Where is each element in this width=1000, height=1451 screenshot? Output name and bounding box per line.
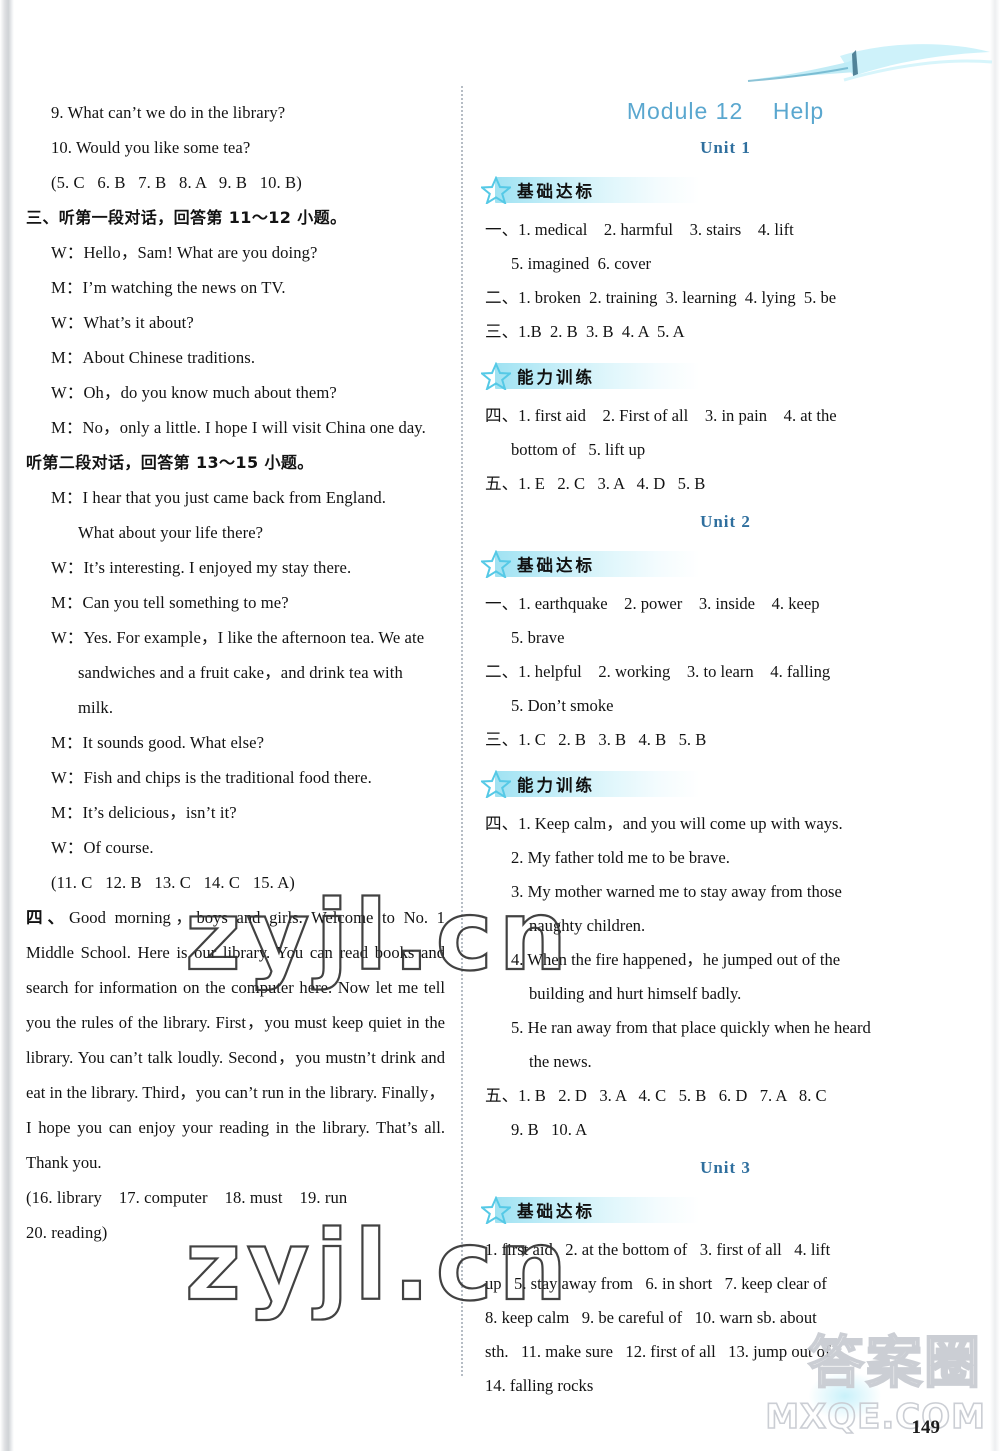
- answer-line: 四、1. first aid 2. First of all 3. in pai…: [485, 406, 837, 425]
- unit-title: Unit 1: [700, 138, 751, 157]
- script-line: M：It’s delicious，isn’t it?: [51, 803, 237, 822]
- section-badge-basic: 基础达标: [481, 549, 966, 579]
- script-line: (11. C 12. B 13. C 14. C 15. A): [51, 873, 295, 892]
- unit-block-unit-2: Unit 2 基础达标一、1. earthquake 2. power 3. in…: [481, 507, 966, 1147]
- section-badge-basic: 基础达标: [481, 1195, 966, 1225]
- answer-line: 3. My mother warned me to stay away from…: [511, 882, 842, 901]
- section-badge-basic: 基础达标: [481, 175, 966, 205]
- listening-paragraph: 四、Good morning，boys and girls. Welcome t…: [26, 900, 445, 1180]
- listening-answer-lines: (16. library 17. computer 18. must 19. r…: [26, 1180, 445, 1250]
- unit-block-unit-1: Unit 1 基础达标一、1. medical 2. harmful 3. sta…: [481, 133, 966, 501]
- section-badge-label: 基础达标: [517, 1202, 595, 1221]
- answer-line: 14. falling rocks: [485, 1376, 594, 1395]
- script-line: 10. Would you like some tea?: [51, 138, 251, 157]
- paragraph-body: Good morning，boys and girls. Welcome to …: [26, 908, 445, 1172]
- answer-line: 5. brave: [511, 628, 565, 647]
- script-line: M：No，only a little. I hope I will visit …: [51, 418, 426, 437]
- script-line: W：Of course.: [51, 838, 154, 857]
- answer-line: naughty children.: [529, 916, 646, 935]
- script-line: M：About Chinese traditions.: [51, 348, 256, 367]
- answer-line: the news.: [529, 1052, 592, 1071]
- unit-answer-sections: Unit 1 基础达标 一、1. medical 2. harmful 3. sta…: [481, 133, 966, 1403]
- script-line: sandwiches and a fruit cake，and drink te…: [78, 663, 403, 682]
- right-answer-column: Module 12 Help Unit 1 基础达标 一、1. medical 2.…: [461, 0, 1000, 1403]
- answer-line: 1. first aid 2. at the bottom of 3. firs…: [485, 1240, 831, 1259]
- answer-line: 5. Don’t smoke: [511, 696, 614, 715]
- answer-line: 二、1. helpful 2. working 3. to learn 4. f…: [485, 662, 831, 681]
- script-line: W：Hello，Sam! What are you doing?: [51, 243, 318, 262]
- star-icon: [481, 1196, 511, 1224]
- answer-line: 一、1. earthquake 2. power 3. inside 4. ke…: [485, 594, 820, 613]
- unit-block-unit-3: Unit 3 基础达标 1. first aid 2. at the bottom …: [481, 1153, 966, 1403]
- answer-line: 5. He ran away from that place quickly w…: [511, 1018, 871, 1037]
- script-line: M：Can you tell something to me?: [51, 593, 289, 612]
- section-badge-label: 能力训练: [517, 776, 595, 795]
- answer-line: 20. reading): [26, 1223, 108, 1242]
- script-line: M：It sounds good. What else?: [51, 733, 265, 752]
- page-number: 149: [911, 1417, 941, 1438]
- script-line: M：I’m watching the news on TV.: [51, 278, 286, 297]
- answer-line: 2. My father told me to be brave.: [511, 848, 730, 867]
- answer-line: 9. B 10. A: [511, 1120, 588, 1139]
- section-badge-label: 基础达标: [517, 556, 595, 575]
- star-icon: [481, 362, 511, 390]
- section-badge-label: 能力训练: [517, 368, 595, 387]
- script-line: M：I hear that you just came back from En…: [51, 488, 386, 507]
- script-line: W：What’s it about?: [51, 313, 194, 332]
- answer-line: 五、1. E 2. C 3. A 4. D 5. B: [485, 474, 706, 493]
- section-badge-ability: 能力训练: [481, 361, 966, 391]
- answer-line: 8. keep calm 9. be careful of 10. warn s…: [485, 1308, 817, 1327]
- section-badge-label: 基础达标: [517, 182, 595, 201]
- answer-line: 4. When the fire happened，he jumped out …: [511, 950, 841, 969]
- answer-line: bottom of 5. lift up: [511, 440, 646, 459]
- left-text-column: 9. What can’t we do in the library? 10. W…: [0, 0, 461, 1250]
- script-line: W：Fish and chips is the traditional food…: [51, 768, 372, 787]
- answer-line: (16. library 17. computer 18. must 19. r…: [26, 1188, 348, 1207]
- answer-line: 一、1. medical 2. harmful 3. stairs 4. lif…: [485, 220, 794, 239]
- star-icon: [481, 770, 511, 798]
- script-line: W：Oh，do you know much about them?: [51, 383, 337, 402]
- unit-title: Unit 3: [700, 1158, 751, 1177]
- answer-line: 二、1. broken 2. training 3. learning 4. l…: [485, 288, 837, 307]
- answer-line: building and hurt himself badly.: [529, 984, 742, 1003]
- answer-line: 三、1.B 2. B 3. B 4. A 5. A: [485, 322, 685, 341]
- script-line: W：Yes. For example，I like the afternoon …: [51, 628, 425, 647]
- answer-line: 5. imagined 6. cover: [511, 254, 652, 273]
- answer-line: 三、1. C 2. B 3. B 4. B 5. B: [485, 730, 707, 749]
- answer-line: 四、1. Keep calm，and you will come up with…: [485, 814, 843, 833]
- star-icon: [481, 176, 511, 204]
- script-line: 9. What can’t we do in the library?: [51, 103, 286, 122]
- section-badge-ability: 能力训练: [481, 769, 966, 799]
- answer-line: sth. 11. make sure 12. first of all 13. …: [485, 1342, 831, 1361]
- brand-watermark-domain: MXQE.COM: [764, 1396, 986, 1438]
- paragraph-lead-marker: 四、: [26, 908, 70, 927]
- star-icon: [481, 550, 511, 578]
- unit-title: Unit 2: [700, 512, 751, 531]
- script-section-heading: 三、听第一段对话，回答第 11～12 小题。: [26, 208, 347, 227]
- script-line: What about your life there?: [78, 523, 264, 542]
- script-line: W：It’s interesting. I enjoyed my stay th…: [51, 558, 352, 577]
- script-line: milk.: [78, 698, 114, 717]
- answer-line: 五、1. B 2. D 3. A 4. C 5. B 6. D 7. A 8. …: [485, 1086, 827, 1105]
- listening-script-lines: 9. What can’t we do in the library? 10. W…: [26, 95, 445, 900]
- script-section-heading: 听第二段对话，回答第 13～15 小题。: [26, 453, 314, 472]
- module-title: Module 12 Help: [626, 98, 825, 124]
- script-line: (5. C 6. B 7. B 8. A 9. B 10. B): [51, 173, 302, 192]
- answer-line: up 5. stay away from 6. in short 7. keep…: [485, 1274, 827, 1293]
